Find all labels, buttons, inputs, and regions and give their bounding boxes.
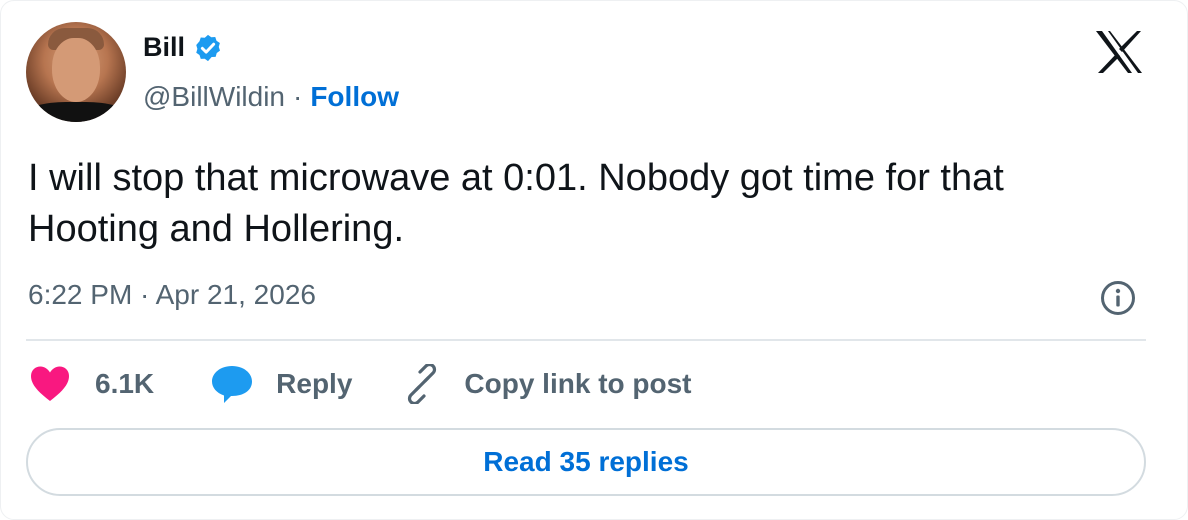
tweet-timestamp[interactable]: 6:22 PM · Apr 21, 2026 <box>28 279 316 311</box>
author-handle[interactable]: @BillWildin <box>143 81 285 113</box>
like-button[interactable]: 6.1K <box>29 365 154 403</box>
read-replies-label: Read 35 replies <box>483 446 689 477</box>
reply-button[interactable]: Reply <box>210 364 352 404</box>
x-logo-icon[interactable] <box>1093 29 1145 75</box>
avatar-face <box>52 38 100 102</box>
heart-icon <box>31 366 69 401</box>
speech-bubble-icon <box>212 366 253 403</box>
tweet-card: Bill @BillWildin · Follow I will stop th… <box>0 0 1188 520</box>
avatar-shirt <box>26 102 126 122</box>
author-name-row: Bill <box>143 32 223 63</box>
verified-badge-icon <box>196 34 221 61</box>
tweet-text: I will stop that microwave at 0:01. Nobo… <box>28 157 1004 250</box>
handle-separator: · <box>293 81 303 112</box>
read-replies-button[interactable]: Read 35 replies <box>26 428 1146 496</box>
divider <box>26 339 1146 341</box>
author-name[interactable]: Bill <box>143 32 185 63</box>
reply-label: Reply <box>276 368 353 399</box>
copy-link-label: Copy link to post <box>464 368 692 399</box>
link-icon <box>408 364 437 404</box>
avatar[interactable] <box>26 22 126 122</box>
copy-link-button[interactable]: Copy link to post <box>402 364 692 404</box>
author-handle-row: @BillWildin · Follow <box>143 81 399 113</box>
action-bar: 6.1K Reply Copy link to post <box>29 363 692 405</box>
follow-button[interactable]: Follow <box>310 81 399 113</box>
like-count: 6.1K <box>95 368 155 399</box>
info-icon[interactable] <box>1099 279 1137 317</box>
